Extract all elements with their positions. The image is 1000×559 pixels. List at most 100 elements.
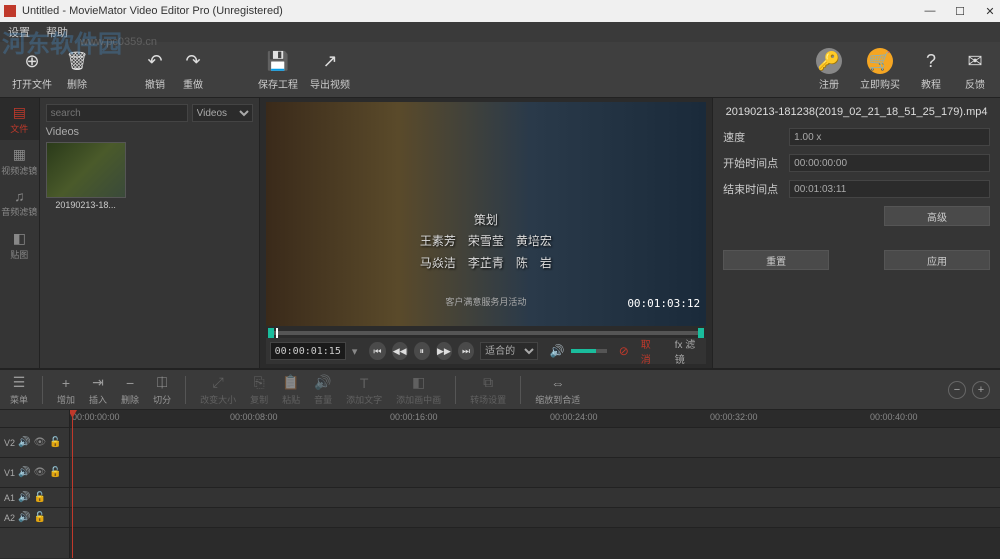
ruler-mark: 00:00:40:00: [870, 412, 918, 422]
text-icon: T: [360, 374, 369, 392]
eye-icon[interactable]: 👁: [33, 437, 46, 448]
track-v1[interactable]: [70, 458, 1000, 488]
timeline-ruler[interactable]: 00:00:00:00 00:00:08:00 00:00:16:00 00:0…: [70, 410, 1000, 428]
cancel-label[interactable]: 取消: [641, 336, 659, 366]
track-header-v1[interactable]: V1 🔊 👁 🔓: [0, 458, 69, 488]
sidebar-item-audio-filter[interactable]: ♫ 音频滤镜: [0, 182, 39, 224]
timeline-remove-button[interactable]: − 删除: [121, 374, 139, 406]
category-select[interactable]: Videos: [192, 104, 253, 122]
eye-icon[interactable]: 👁: [33, 467, 46, 478]
cancel-icon[interactable]: ⊘: [619, 344, 629, 358]
zoom-select[interactable]: 适合的: [480, 342, 538, 360]
export-button[interactable]: ↗ 导出视频: [310, 48, 350, 91]
volume-slider[interactable]: [571, 349, 607, 353]
video-footer-text: 客户满意服务月活动: [445, 295, 526, 308]
sidebar-item-file[interactable]: ▤ 文件: [0, 98, 39, 140]
credits-line1: 王素芳 荣雪莹 黄培宏: [420, 231, 552, 253]
menu-settings[interactable]: 设置: [8, 24, 30, 40]
timeline-pip-button: ◧ 添加画中画: [396, 374, 441, 406]
fx-filter-label[interactable]: fx 滤镜: [675, 336, 702, 366]
end-time-input[interactable]: [789, 180, 990, 198]
prev-frame-button[interactable]: ◀◀: [392, 342, 408, 360]
timeline-split-button[interactable]: ⎅ 切分: [153, 374, 171, 406]
mute-icon[interactable]: 🔊: [18, 512, 30, 523]
app-icon: [4, 5, 16, 17]
lock-icon[interactable]: 🔓: [33, 512, 45, 523]
timeline-insert-button[interactable]: ⇥ 插入: [89, 374, 107, 406]
ruler-mark: 00:00:08:00: [230, 412, 278, 422]
timecode-display[interactable]: 00:00:01:15: [270, 342, 346, 360]
track-header-a1[interactable]: A1 🔊 🔓: [0, 488, 69, 508]
help-icon: ?: [918, 48, 944, 74]
transition-icon: ⧉: [483, 374, 493, 392]
scrubber-thumb[interactable]: [276, 328, 278, 338]
delete-button[interactable]: 🗑 删除: [64, 48, 90, 91]
timeline-add-button[interactable]: + 增加: [57, 374, 75, 406]
play-pause-button[interactable]: ⏸: [414, 342, 430, 360]
apply-button[interactable]: 应用: [884, 250, 990, 270]
undo-button[interactable]: ↶ 撤销: [142, 48, 168, 91]
ruler-mark: 00:00:32:00: [710, 412, 758, 422]
search-input[interactable]: [46, 104, 188, 122]
skip-end-button[interactable]: ⏭: [458, 342, 474, 360]
track-v2[interactable]: [70, 428, 1000, 458]
close-button[interactable]: ✕: [984, 5, 996, 17]
copy-icon: ⎘: [254, 374, 265, 392]
end-time-label: 结束时间点: [723, 181, 781, 197]
sidebar-item-sticker[interactable]: ◧ 贴图: [0, 224, 39, 266]
mute-icon[interactable]: 🔊: [18, 467, 30, 478]
track-a2[interactable]: [70, 508, 1000, 528]
mute-icon[interactable]: 🔊: [18, 492, 30, 503]
ruler-mark: 00:00:16:00: [390, 412, 438, 422]
timeline-scale-fit-button[interactable]: ⇔ 缩放到合适: [535, 374, 580, 406]
speed-input[interactable]: [789, 128, 990, 146]
register-button[interactable]: 🔑 注册: [816, 48, 842, 91]
watermark-url: www.pc0359.cn: [80, 36, 157, 48]
media-item[interactable]: 20190213-18...: [46, 142, 126, 210]
pip-icon: ◧: [412, 374, 425, 392]
mute-icon[interactable]: 🔊: [18, 437, 30, 448]
lock-icon[interactable]: 🔓: [33, 492, 45, 503]
minimize-button[interactable]: —: [924, 5, 936, 17]
open-icon: ⊕: [19, 48, 45, 74]
redo-button[interactable]: ↷ 重做: [180, 48, 206, 91]
open-file-button[interactable]: ⊕ 打开文件: [12, 48, 52, 91]
track-header-v2[interactable]: V2 🔊 👁 🔓: [0, 428, 69, 458]
timeline-volume-button: 🔊 音量: [314, 374, 332, 406]
start-time-input[interactable]: [789, 154, 990, 172]
zoom-in-button[interactable]: +: [972, 381, 990, 399]
media-thumb-label: 20190213-18...: [46, 200, 126, 210]
timeline-copy-button: ⎘ 复制: [250, 374, 268, 406]
reset-button[interactable]: 重置: [723, 250, 829, 270]
volume-icon[interactable]: 🔊: [550, 344, 565, 358]
skip-start-button[interactable]: ⏮: [369, 342, 385, 360]
menu-icon: ☰: [13, 374, 26, 392]
menu-help[interactable]: 帮助: [46, 24, 68, 40]
advanced-button[interactable]: 高级: [884, 206, 990, 226]
file-icon: ▤: [13, 104, 26, 121]
save-button[interactable]: 💾 保存工程: [258, 48, 298, 91]
track-a1[interactable]: [70, 488, 1000, 508]
export-icon: ↗: [317, 48, 343, 74]
zoom-out-button[interactable]: −: [948, 381, 966, 399]
remove-icon: −: [126, 374, 134, 392]
video-preview[interactable]: 策划 王素芳 荣雪莹 黄培宏 马焱洁 李芷青 陈 岩 客户满意服务月活动 00:…: [266, 102, 707, 326]
clip-filename: 20190213-181238(2019_02_21_18_51_25_179)…: [723, 106, 990, 118]
volume-tool-icon: 🔊: [314, 374, 331, 392]
audio-filter-icon: ♫: [14, 188, 25, 204]
cart-icon: 🛒: [867, 48, 893, 74]
tutorial-button[interactable]: ? 教程: [918, 48, 944, 91]
lock-icon[interactable]: 🔓: [49, 467, 61, 478]
sidebar-item-video-filter[interactable]: ▦ 视频滤镜: [0, 140, 39, 182]
timeline-menu-button[interactable]: ☰ 菜单: [10, 374, 28, 406]
track-header-a2[interactable]: A2 🔊 🔓: [0, 508, 69, 528]
media-thumbnail: [46, 142, 126, 198]
start-time-label: 开始时间点: [723, 155, 781, 171]
playhead[interactable]: [72, 410, 73, 558]
maximize-button[interactable]: ☐: [954, 5, 966, 17]
next-frame-button[interactable]: ▶▶: [436, 342, 452, 360]
feedback-button[interactable]: ✉ 反馈: [962, 48, 988, 91]
lock-icon[interactable]: 🔓: [49, 437, 61, 448]
credits-title: 策划: [420, 210, 552, 232]
buy-button[interactable]: 🛒 立即购买: [860, 48, 900, 91]
